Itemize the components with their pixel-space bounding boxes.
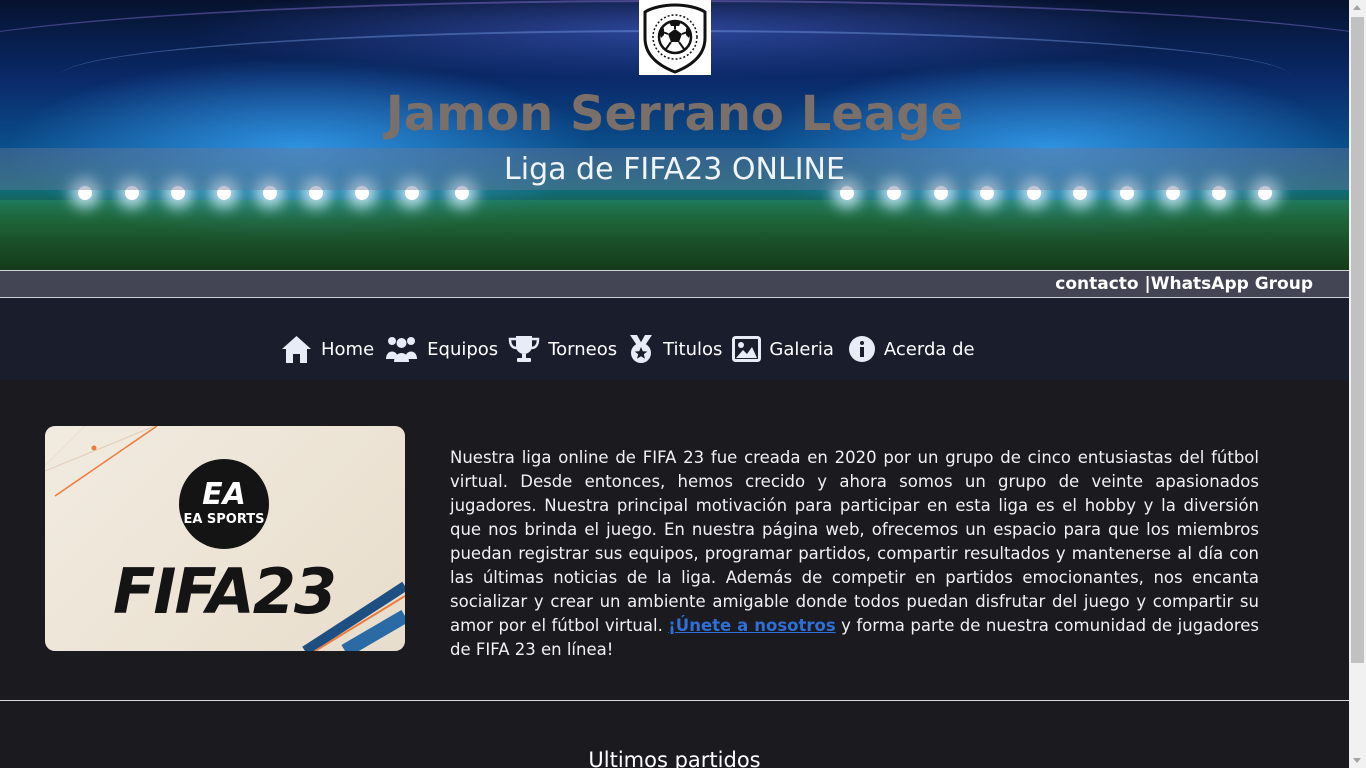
ea-sports-text: EA SPORTS [183,512,264,527]
info-icon [848,336,875,362]
whatsapp-group-link[interactable]: WhatsApp Group [1151,274,1313,294]
fifa23-cover-image: EA EA SPORTS FIFA23 [45,426,405,651]
users-icon [386,337,418,362]
league-logo[interactable] [639,0,711,75]
nav-item-home[interactable]: Home [280,334,374,364]
nav-label-torneos: Torneos [548,338,618,360]
site-title: Jamon Serrano Leage [385,86,964,142]
join-us-link[interactable]: ¡Únete a nosotros [668,616,835,635]
nav-label-galeria: Galeria [769,338,834,360]
hero-banner: Jamon Serrano Leage Liga de FIFA23 ONLIN… [0,0,1349,270]
page: Jamon Serrano Leage Liga de FIFA23 ONLIN… [0,0,1349,768]
nav-item-torneos[interactable]: Torneos [508,334,617,364]
section-divider [0,700,1349,701]
intro-text-start: Nuestra liga online de FIFA 23 fue cread… [450,448,1259,635]
ea-logo-letters: EA [202,477,246,512]
nav-label-equipos: Equipos [427,338,499,360]
nav-item-titulos[interactable]: Titulos [627,334,722,364]
fifa23-artwork: EA EA SPORTS FIFA23 [45,426,405,651]
contact-link[interactable]: contacto | [1055,274,1150,294]
scroll-up-arrow[interactable] [1353,5,1361,10]
main-nav: Home Equipos Torneos Titulos Galeria Ace… [0,298,1349,380]
soccer-ball-shield-icon [643,2,707,74]
nav-item-acerca-de[interactable]: Acerda de [848,335,975,363]
site-subtitle: Liga de FIFA23 ONLINE [504,152,845,187]
scroll-down-arrow[interactable] [1353,758,1361,763]
nav-item-equipos[interactable]: Equipos [384,335,498,363]
nav-label-acerca-de: Acerda de [883,338,975,360]
scrollbar-thumb[interactable] [1351,17,1364,663]
trophy-icon [508,336,540,362]
image-icon [732,336,762,362]
nav-item-galeria[interactable]: Galeria [732,336,834,362]
nav-label-home: Home [321,338,375,360]
home-icon [282,336,311,363]
fifa23-wordmark: FIFA23 [113,555,335,628]
medal-icon [630,335,653,363]
latest-matches-heading: Ultimos partidos [588,748,761,768]
intro-paragraph: Nuestra liga online de FIFA 23 fue cread… [450,446,1259,662]
contact-bar: contacto |WhatsApp Group [0,270,1349,298]
nav-label-titulos: Titulos [663,338,723,360]
vertical-scrollbar[interactable] [1349,0,1366,768]
